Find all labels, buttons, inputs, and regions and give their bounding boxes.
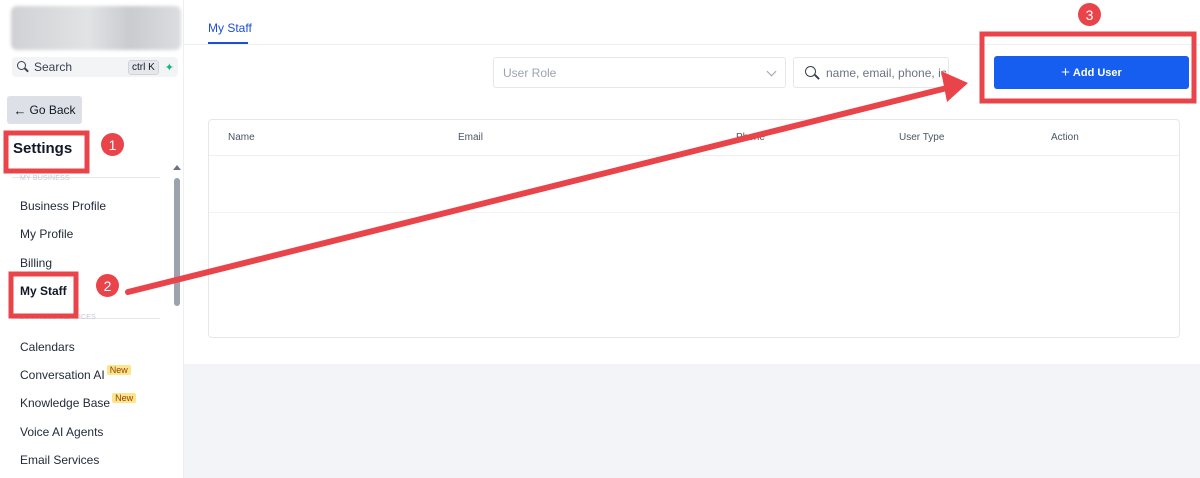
sidebar-item-my-staff[interactable]: My Staff: [20, 284, 67, 298]
sidebar-item-conversation-ai[interactable]: Conversation AI New: [20, 365, 131, 382]
section-label-business-services: BUSINESS SERVICES: [20, 314, 97, 321]
scroll-up-arrow-icon[interactable]: [173, 165, 181, 170]
sidebar: Search ctrl K ✦ ← Go Back Settings MY BU…: [0, 0, 184, 478]
arrow-left-icon: ←: [13, 102, 27, 118]
user-role-placeholder: User Role: [503, 65, 557, 80]
staff-search-input[interactable]: [826, 65, 948, 80]
column-header-name[interactable]: Name: [228, 132, 255, 143]
staff-table: Name Email Phone User Type Action: [208, 119, 1180, 338]
table-row-divider: [209, 212, 1179, 213]
page: Search ctrl K ✦ ← Go Back Settings MY BU…: [0, 0, 1200, 478]
sidebar-scrollbar[interactable]: [174, 178, 180, 306]
section-label-my-business: MY BUSINESS: [20, 175, 70, 182]
callout-badge-2: 2: [96, 274, 119, 297]
column-header-action: Action: [1051, 132, 1079, 143]
sidebar-search-label: Search: [34, 60, 73, 74]
column-header-phone[interactable]: Phone: [736, 132, 765, 143]
content-footer-background: [184, 364, 1200, 478]
sidebar-item-calendars[interactable]: Calendars: [20, 340, 75, 354]
shortcut-badge: ctrl K: [128, 59, 159, 75]
add-user-button[interactable]: + Add User: [994, 56, 1189, 89]
sidebar-item-email-services[interactable]: Email Services: [20, 453, 99, 467]
main-content: My Staff User Role + Add User Name Email…: [184, 0, 1200, 478]
add-user-label: Add User: [1072, 66, 1122, 79]
new-badge: New: [106, 365, 131, 375]
sidebar-item-my-profile[interactable]: My Profile: [20, 227, 73, 241]
sidebar-search[interactable]: Search ctrl K ✦: [12, 57, 178, 77]
new-badge: New: [112, 393, 137, 403]
column-header-user-type[interactable]: User Type: [899, 132, 944, 143]
plus-icon: +: [1061, 64, 1070, 81]
user-role-select[interactable]: User Role: [493, 57, 786, 88]
go-back-button[interactable]: ← Go Back: [7, 96, 82, 124]
table-header: Name Email Phone User Type Action: [209, 120, 1179, 156]
sidebar-item-billing[interactable]: Billing: [20, 256, 52, 270]
callout-badge-3: 3: [1078, 3, 1101, 26]
sidebar-item-voice-ai-agents[interactable]: Voice AI Agents: [20, 425, 103, 439]
tab-bar-divider: [184, 44, 1200, 45]
sidebar-item-knowledge-base[interactable]: Knowledge Base New: [20, 393, 137, 410]
tab-my-staff[interactable]: My Staff: [208, 21, 252, 35]
company-logo: [11, 6, 181, 50]
search-icon: [804, 65, 820, 81]
sidebar-item-business-profile[interactable]: Business Profile: [20, 199, 106, 213]
callout-badge-1: 1: [101, 133, 124, 156]
search-icon: [16, 60, 30, 74]
column-header-email[interactable]: Email: [458, 132, 483, 143]
settings-title: Settings: [13, 140, 73, 157]
chevron-down-icon: [766, 66, 777, 77]
lightning-icon[interactable]: ✦: [165, 61, 174, 74]
staff-search-field[interactable]: [793, 57, 949, 88]
go-back-label: Go Back: [29, 103, 76, 117]
